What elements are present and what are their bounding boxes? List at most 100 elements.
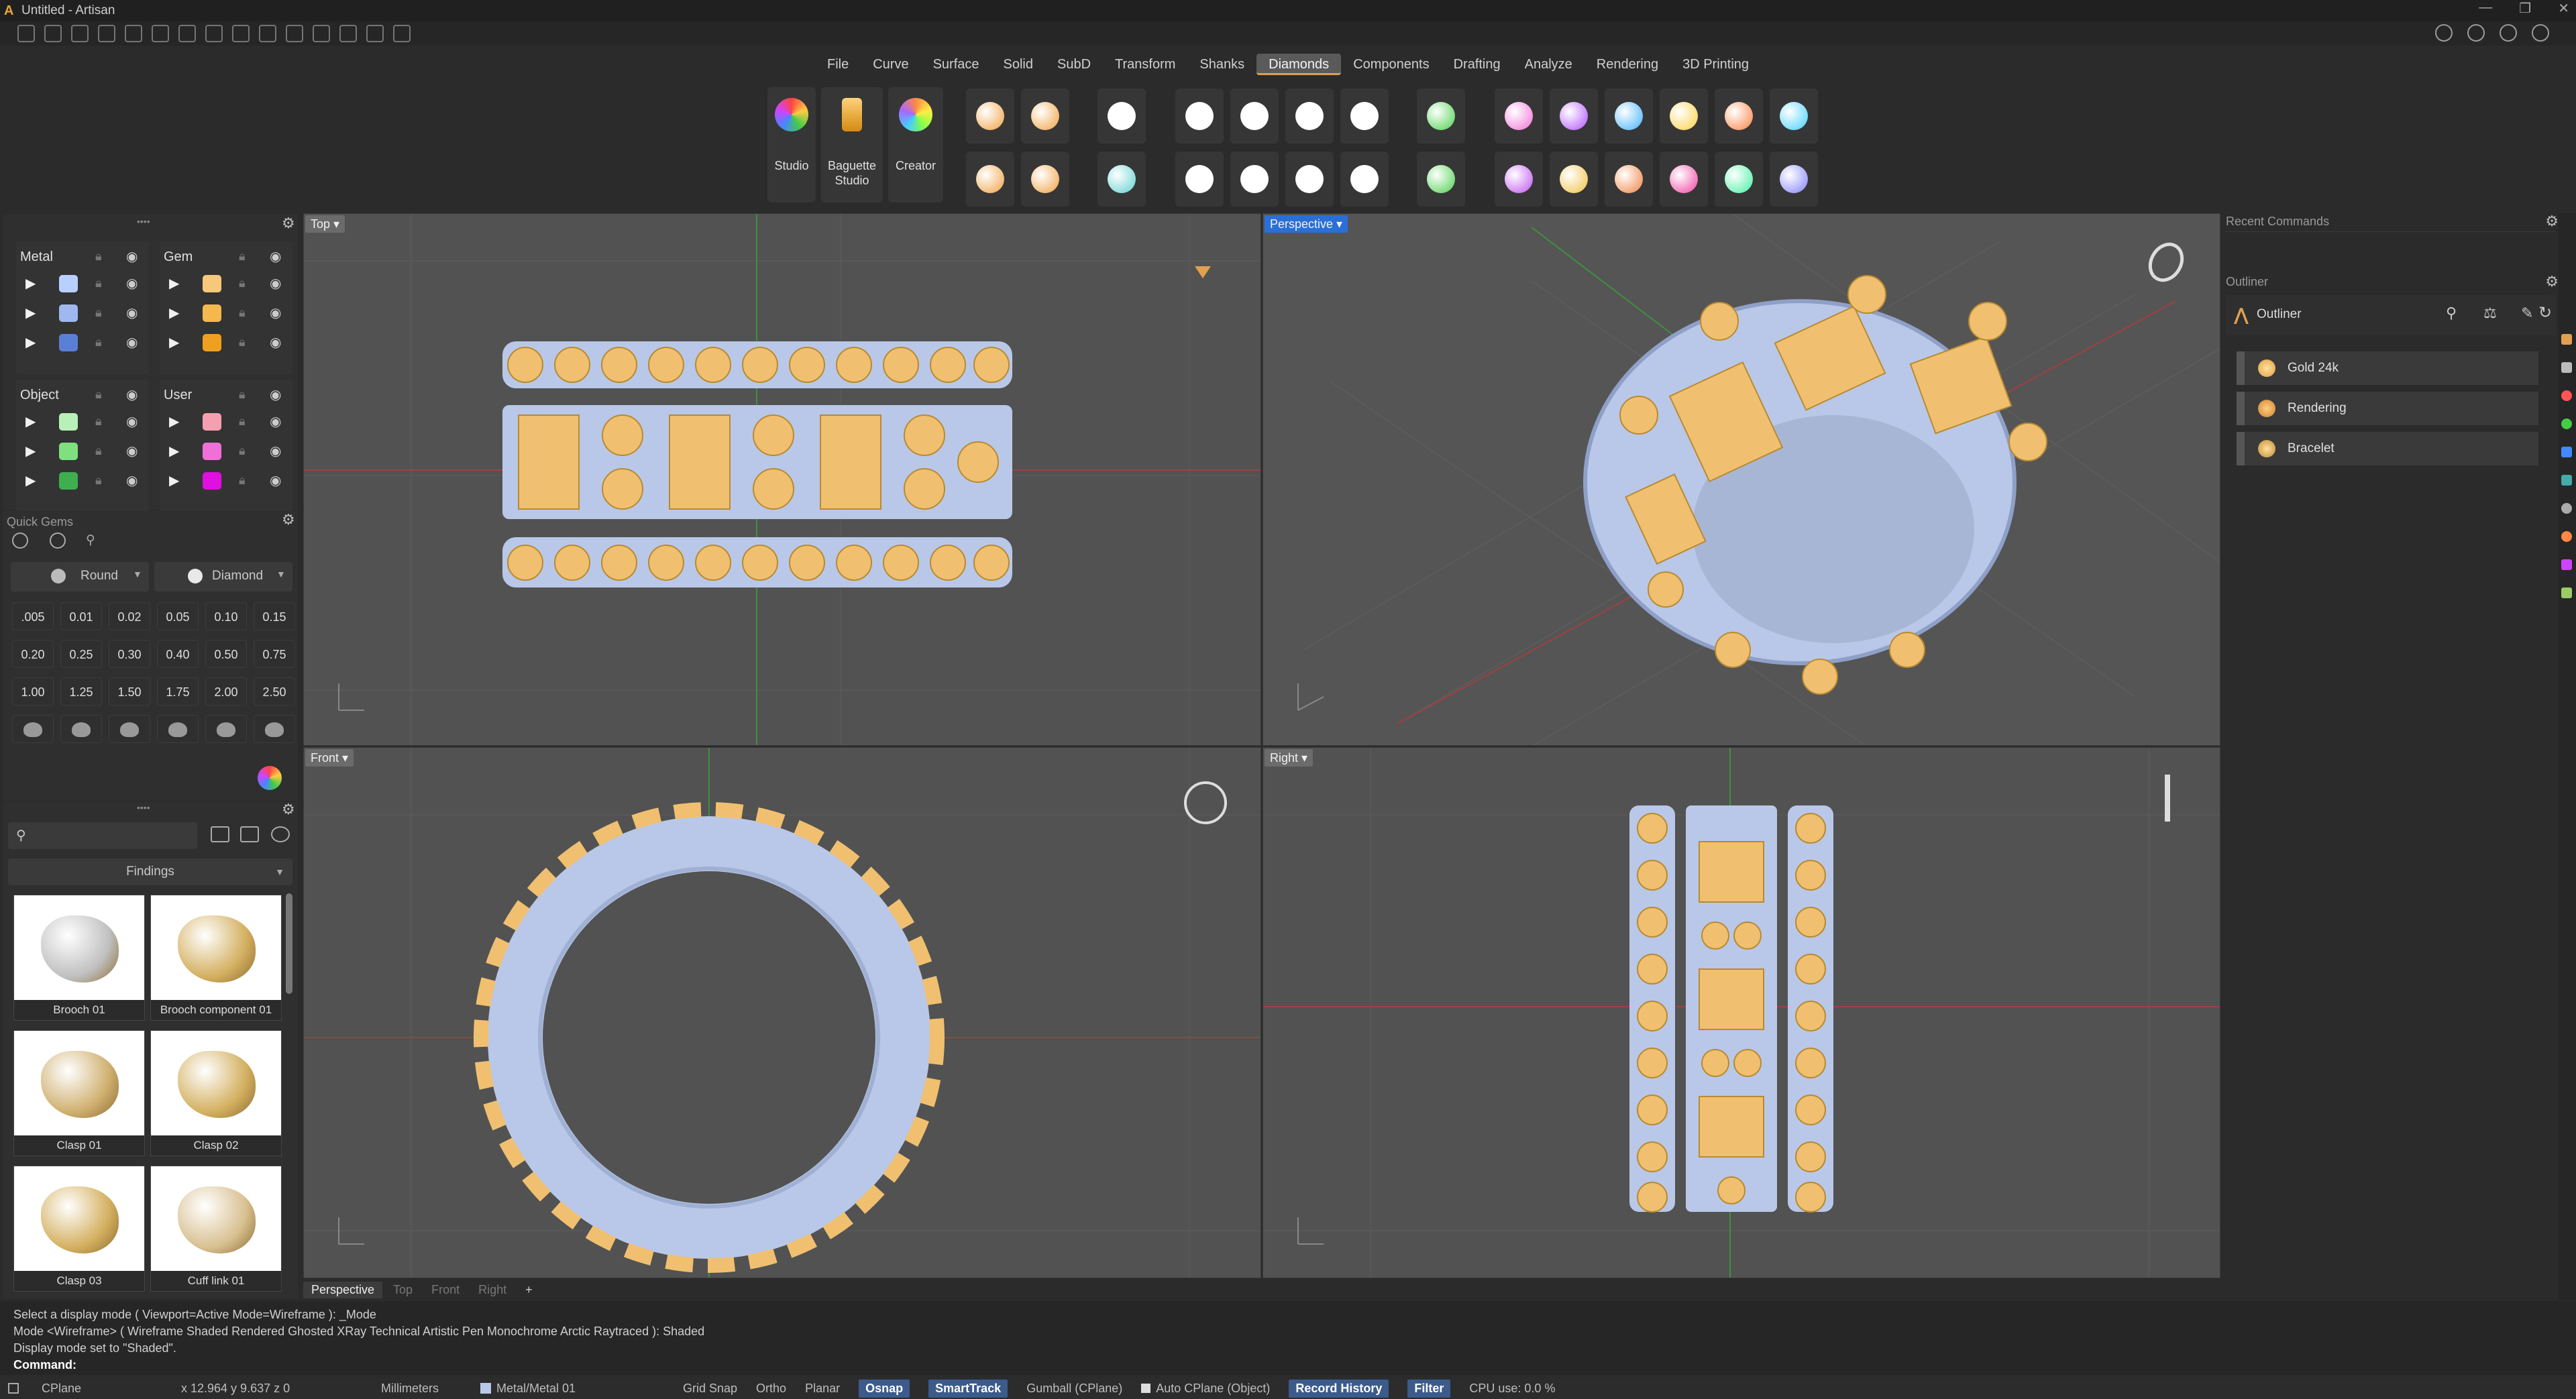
viewport-front-label[interactable]: Front ▾ bbox=[305, 749, 354, 767]
lights-tab-icon[interactable] bbox=[2561, 503, 2572, 514]
help-icon[interactable] bbox=[2500, 24, 2517, 42]
gem-report-button[interactable] bbox=[1495, 89, 1543, 144]
eye-icon[interactable]: ◉ bbox=[270, 334, 281, 351]
bezel-setting-button[interactable] bbox=[1175, 89, 1224, 144]
new-file-icon[interactable] bbox=[17, 25, 35, 42]
lock-icon[interactable]: 🔒︎ bbox=[239, 276, 246, 290]
command-prompt[interactable]: Command: bbox=[13, 1357, 2576, 1374]
viewport-top[interactable]: Top ▾ bbox=[303, 213, 1261, 746]
undo-icon[interactable] bbox=[125, 25, 142, 42]
bolt-button[interactable] bbox=[1417, 152, 1465, 207]
menu-transform[interactable]: Transform bbox=[1103, 54, 1187, 75]
line-gem-button[interactable] bbox=[966, 89, 1014, 144]
select-icon[interactable] bbox=[313, 25, 330, 42]
viewport-tab-top[interactable]: Top bbox=[385, 1282, 421, 1298]
viewport-top-label[interactable]: Top ▾ bbox=[305, 215, 345, 233]
round-gem-button[interactable] bbox=[1097, 89, 1146, 144]
gem-spacing-button[interactable] bbox=[1605, 152, 1653, 207]
gem-size-button[interactable]: 0.20 bbox=[12, 640, 54, 668]
viewport-right[interactable]: Right ▾ bbox=[1263, 747, 2220, 1278]
gem-size-button[interactable]: 0.10 bbox=[205, 602, 247, 630]
settings-icon[interactable] bbox=[2532, 24, 2549, 42]
filter-toggle[interactable]: Filter bbox=[1407, 1379, 1451, 1398]
channel-setting-button[interactable] bbox=[1175, 152, 1224, 207]
scale-icon[interactable]: ⚖ bbox=[2483, 304, 2497, 322]
save-icon[interactable] bbox=[178, 25, 196, 42]
gem-size-button[interactable]: 1.00 bbox=[12, 677, 54, 706]
libraries-tab-icon[interactable] bbox=[2561, 559, 2572, 570]
layer-color-swatch[interactable] bbox=[203, 413, 221, 431]
eye-icon[interactable]: ◉ bbox=[270, 413, 281, 430]
cutter-button[interactable] bbox=[1417, 89, 1465, 144]
oval-gem-button[interactable] bbox=[1097, 152, 1146, 207]
library-item-card[interactable]: Brooch component 01 bbox=[150, 895, 282, 1021]
eye-icon[interactable]: ◉ bbox=[126, 334, 138, 351]
lock-icon[interactable]: 🔒︎ bbox=[239, 473, 246, 488]
library-scrollbar[interactable] bbox=[286, 893, 292, 994]
notes-tab-icon[interactable] bbox=[2561, 587, 2572, 598]
refresh-library-icon[interactable] bbox=[271, 826, 290, 842]
pick-icon[interactable]: ⚲ bbox=[2446, 304, 2457, 322]
outliner-row[interactable]: Bracelet bbox=[2237, 432, 2538, 465]
cluster-gem-button[interactable] bbox=[966, 152, 1014, 207]
planar-toggle[interactable]: Planar bbox=[805, 1382, 840, 1396]
play-icon[interactable]: ▶ bbox=[169, 334, 179, 351]
gem-cut-button[interactable] bbox=[109, 715, 150, 743]
panel-grip[interactable]: •••• bbox=[137, 216, 150, 227]
gem-color-button[interactable] bbox=[1660, 89, 1708, 144]
color-picker-icon[interactable] bbox=[258, 766, 282, 790]
viewport-tab-perspective[interactable]: Perspective bbox=[303, 1281, 383, 1298]
menu-rendering[interactable]: Rendering bbox=[1585, 54, 1670, 75]
play-icon[interactable]: ▶ bbox=[25, 443, 36, 459]
menu-shanks[interactable]: Shanks bbox=[1187, 54, 1256, 75]
gem-info-button[interactable] bbox=[1550, 89, 1598, 144]
ortho-toggle[interactable]: Ortho bbox=[756, 1382, 786, 1396]
play-icon[interactable]: ▶ bbox=[169, 443, 179, 459]
lock-icon[interactable]: 🔒︎ bbox=[239, 444, 246, 458]
quick-gems-settings-icon[interactable]: ⚙ bbox=[282, 511, 295, 528]
gem-reset-button[interactable] bbox=[1770, 152, 1818, 207]
gem-rotate-button[interactable] bbox=[1660, 152, 1708, 207]
outliner-row[interactable]: Gold 24k bbox=[2237, 351, 2538, 385]
lock-icon[interactable]: 🔒︎ bbox=[239, 414, 246, 429]
add-viewport-tab-button[interactable]: + bbox=[525, 1283, 533, 1297]
layer-color-swatch[interactable] bbox=[203, 275, 221, 292]
gem-tool-icon[interactable] bbox=[12, 533, 28, 549]
import-icon[interactable] bbox=[259, 25, 276, 42]
gem-size-button[interactable]: .005 bbox=[12, 602, 54, 630]
gem-size-button[interactable]: 0.05 bbox=[157, 602, 199, 630]
play-icon[interactable]: ▶ bbox=[169, 275, 179, 292]
sketch-icon[interactable] bbox=[286, 25, 303, 42]
current-layer-label[interactable]: Metal/Metal 01 bbox=[496, 1382, 664, 1396]
grid-snap-toggle[interactable]: Grid Snap bbox=[683, 1382, 737, 1396]
layer-color-swatch[interactable] bbox=[59, 275, 78, 292]
gem-select-button[interactable] bbox=[1715, 89, 1763, 144]
gem-size-button[interactable]: 0.75 bbox=[254, 640, 295, 668]
curve-gem-button[interactable] bbox=[1021, 89, 1069, 144]
play-icon[interactable]: ▶ bbox=[169, 304, 179, 321]
menu-surface[interactable]: Surface bbox=[921, 54, 991, 75]
library-search-input[interactable]: ⚲ bbox=[8, 822, 197, 849]
gem-cut-button[interactable] bbox=[157, 715, 199, 743]
cup-setting-button[interactable] bbox=[1230, 89, 1279, 144]
menu-subd[interactable]: SubD bbox=[1045, 54, 1103, 75]
cluster-setting-button[interactable] bbox=[1340, 152, 1389, 207]
gem-size-button[interactable]: 2.00 bbox=[205, 677, 247, 706]
redo-icon[interactable] bbox=[152, 25, 169, 42]
play-icon[interactable]: ▶ bbox=[25, 472, 36, 489]
lock-icon[interactable]: 🔒︎ bbox=[95, 306, 102, 320]
eye-icon[interactable]: ◉ bbox=[126, 472, 138, 489]
menu-analyze[interactable]: Analyze bbox=[1513, 54, 1585, 75]
menu-diamonds[interactable]: Diamonds bbox=[1256, 54, 1342, 75]
restore-icon[interactable]: ❐ bbox=[2519, 0, 2531, 17]
layer-color-swatch[interactable] bbox=[59, 443, 78, 460]
gem-cut-button[interactable] bbox=[254, 715, 295, 743]
gem-size-button[interactable]: 1.75 bbox=[157, 677, 199, 706]
materials-tab-icon[interactable] bbox=[2561, 390, 2572, 401]
eye-icon[interactable]: ◉ bbox=[270, 472, 281, 489]
info-icon[interactable] bbox=[2435, 24, 2453, 42]
artisan-tab-icon[interactable] bbox=[2561, 334, 2572, 345]
layer-color-swatch[interactable] bbox=[59, 472, 78, 490]
library-item-card[interactable]: Clasp 01 bbox=[13, 1030, 145, 1156]
library-item-card[interactable]: Clasp 02 bbox=[150, 1030, 282, 1156]
